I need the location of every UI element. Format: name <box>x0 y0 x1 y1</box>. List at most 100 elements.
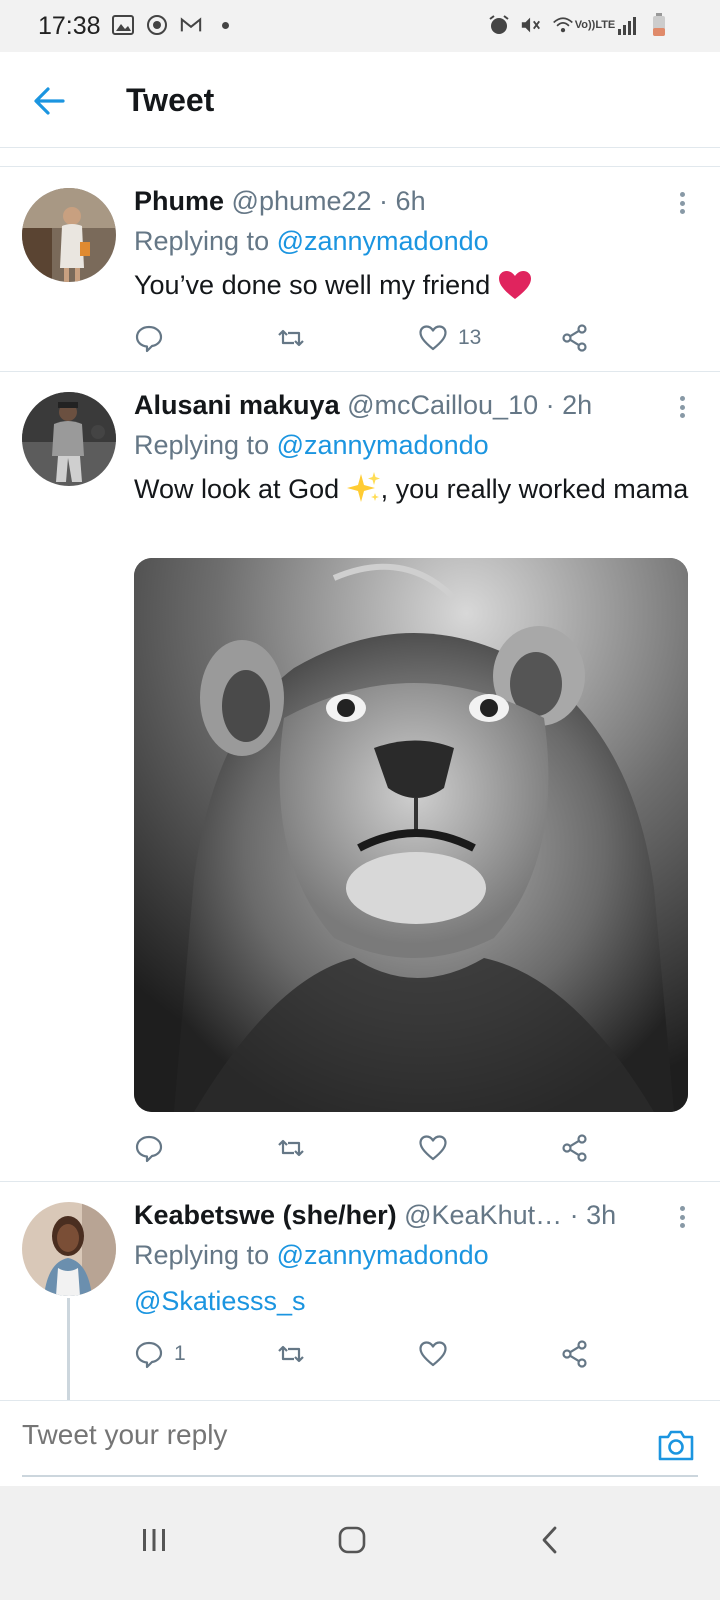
share-button[interactable] <box>560 1336 590 1372</box>
avatar[interactable] <box>22 392 116 486</box>
heart-icon <box>419 325 447 351</box>
reply-count: 1 <box>174 1342 186 1365</box>
camera-icon <box>658 1430 694 1461</box>
tweet-time[interactable]: 3h <box>586 1200 616 1230</box>
separator: · <box>562 1200 587 1230</box>
reply-icon <box>135 1135 163 1163</box>
tweet-card[interactable]: Alusani makuya @mcCaillou_10 · 2h Replyi… <box>0 372 720 1182</box>
share-icon <box>562 324 587 352</box>
replying-to-mention[interactable]: @zannymadondo <box>277 226 489 256</box>
retweet-button[interactable] <box>276 1336 316 1372</box>
replying-to-mention[interactable]: @zannymadondo <box>277 1240 489 1270</box>
share-icon <box>562 1340 587 1368</box>
like-button[interactable] <box>418 1130 458 1166</box>
tweet-author-name[interactable]: Keabetswe (she/her) <box>134 1200 397 1230</box>
heart-icon <box>419 1341 447 1367</box>
status-time: 17:38 <box>38 12 101 40</box>
mail-icon <box>180 14 202 36</box>
alarm-icon <box>488 14 510 36</box>
replying-to: Replying to @zannymadondo <box>134 1240 489 1271</box>
camera-button[interactable] <box>656 1425 696 1465</box>
tweet-author-handle[interactable]: @KeaKhut… <box>404 1200 562 1230</box>
tweet-author-name[interactable]: Phume <box>134 186 224 216</box>
retweet-button[interactable] <box>276 320 316 356</box>
more-options-button[interactable] <box>672 188 692 218</box>
heart-icon <box>419 1135 447 1161</box>
back-button[interactable] <box>28 80 70 122</box>
reply-underline <box>22 1475 698 1477</box>
share-button[interactable] <box>560 320 590 356</box>
tweet-body-end: , you really worked mama <box>380 474 689 504</box>
recents-icon <box>143 1529 165 1551</box>
reply-icon <box>135 1341 163 1369</box>
replying-to-mention[interactable]: @zannymadondo <box>277 430 489 460</box>
like-count: 13 <box>458 326 482 349</box>
more-options-button[interactable] <box>672 1202 692 1232</box>
avatar[interactable] <box>22 1202 116 1296</box>
tweet-actions: 13 <box>134 320 604 356</box>
more-options-button[interactable] <box>672 392 692 422</box>
tweet-header: Keabetswe (she/her) @KeaKhut… · 3h <box>134 1200 616 1231</box>
avatar[interactable] <box>22 188 116 282</box>
status-bar: 17:38 Vo)) LTE <box>0 0 720 52</box>
reply-icon <box>135 325 163 353</box>
reply-button[interactable]: 1 <box>134 1336 186 1372</box>
share-icon <box>562 1134 587 1162</box>
tweet-author-name[interactable]: Alusani makuya <box>134 390 340 420</box>
tweet-header: Alusani makuya @mcCaillou_10 · 2h <box>134 390 592 421</box>
back-icon <box>542 1526 557 1554</box>
reply-composer <box>0 1400 720 1486</box>
wifi-icon <box>552 14 574 36</box>
tweet-header: Phume @phume22 · 6h <box>134 186 426 217</box>
tweet-time[interactable]: 6h <box>396 186 426 216</box>
separator: · <box>538 390 563 420</box>
replying-label: Replying to <box>134 226 277 256</box>
mute-icon <box>520 14 542 36</box>
status-left-icons <box>112 14 236 36</box>
retweet-icon <box>278 1139 304 1157</box>
tweet-actions: 1 <box>134 1336 604 1372</box>
tweet-card[interactable]: Phume @phume22 · 6h Replying to @zannyma… <box>0 168 720 372</box>
heart-emoji <box>498 270 532 300</box>
divider <box>0 166 720 167</box>
thread-line <box>67 1298 70 1400</box>
lion-photo <box>134 558 688 1112</box>
tweet-text: You’ve done so well my friend <box>134 266 694 305</box>
retweet-icon <box>278 329 304 347</box>
separator: · <box>371 186 396 216</box>
like-button[interactable] <box>418 1336 458 1372</box>
signal-icon <box>616 14 638 36</box>
tweet-author-handle[interactable]: @mcCaillou_10 <box>347 390 538 420</box>
retweet-button[interactable] <box>276 1130 316 1166</box>
status-right-icons: Vo)) LTE <box>488 13 670 36</box>
retweet-icon <box>278 1345 304 1363</box>
battery-icon <box>648 13 670 36</box>
reply-button[interactable] <box>134 1130 174 1166</box>
replying-label: Replying to <box>134 430 277 460</box>
replying-label: Replying to <box>134 1240 277 1270</box>
tweet-text: Wow look at God , you really worked mama <box>134 470 694 509</box>
app-header: Tweet <box>0 52 720 148</box>
page-title: Tweet <box>126 82 215 118</box>
like-button[interactable]: 13 <box>418 320 481 356</box>
back-nav-button[interactable] <box>520 1510 580 1570</box>
share-button[interactable] <box>560 1130 590 1166</box>
reply-button[interactable] <box>134 320 174 356</box>
tweet-media-image[interactable] <box>134 558 688 1112</box>
tweet-body-start: Wow look at God <box>134 474 347 504</box>
reply-input[interactable] <box>22 1419 618 1451</box>
tweet-body: You’ve done so well my friend <box>134 270 491 300</box>
tweet-author-handle[interactable]: @phume22 <box>232 186 372 216</box>
recents-button[interactable] <box>124 1510 184 1570</box>
replying-to: Replying to @zannymadondo <box>134 430 489 461</box>
tweet-time[interactable]: 2h <box>562 390 592 420</box>
sync-icon <box>146 14 168 36</box>
tweet-text: @Skatiesss_s <box>134 1282 694 1321</box>
volte-icon: Vo)) LTE <box>574 19 616 31</box>
home-button[interactable] <box>322 1510 382 1570</box>
tweet-card[interactable]: Keabetswe (she/her) @KeaKhut… · 3h Reply… <box>0 1182 720 1400</box>
tweet-mention[interactable]: @Skatiesss_s <box>134 1286 305 1316</box>
home-icon <box>338 1526 366 1554</box>
gallery-icon <box>112 14 134 36</box>
arrow-left-icon <box>34 87 65 115</box>
